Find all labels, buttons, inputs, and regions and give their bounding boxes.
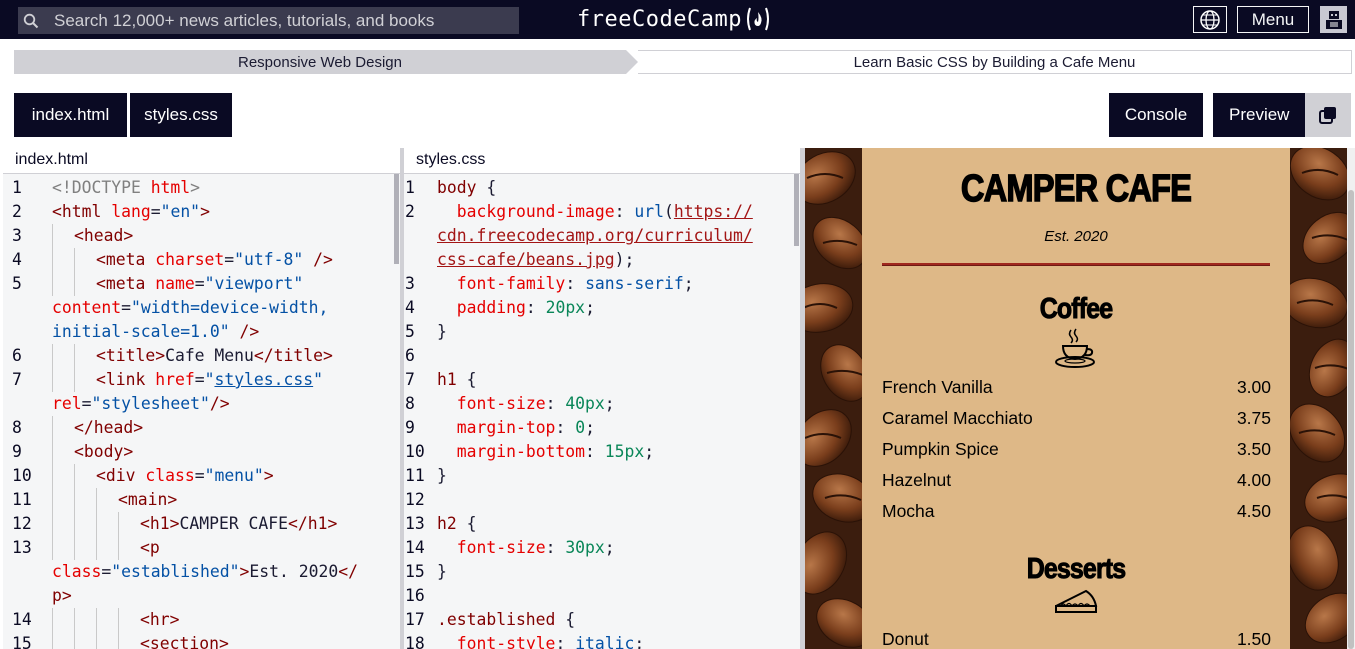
menu-divider <box>882 263 1270 266</box>
search-input[interactable]: Search 12,000+ news articles, tutorials,… <box>44 11 434 31</box>
css-code[interactable]: 1 body { 2 background-image: url(https://… <box>404 174 800 649</box>
html-code[interactable]: 1 <!DOCTYPE html> 2 <html lang="en"> 3 <hea… <box>3 174 400 649</box>
code-line: 4 <meta charset="utf-8" /> <box>3 248 400 272</box>
item-name: Pumpkin Spice <box>882 439 999 459</box>
preview-popout-button[interactable] <box>1305 93 1351 137</box>
coffee-heading: Coffee <box>1039 293 1113 326</box>
established-text: Est. 2020 <box>1044 228 1108 245</box>
item-price: 3.75 <box>1236 408 1271 428</box>
tab-styles-css[interactable]: styles.css <box>130 93 232 137</box>
campfire-icon <box>744 5 772 33</box>
tab-index-html[interactable]: index.html <box>14 93 127 137</box>
code-line: 10 <div class="menu"> <box>3 464 400 488</box>
cafe-menu-card: CAMPER CAFE Est. 2020 Coffee French Vani… <box>862 148 1290 649</box>
menu-item: Caramel Macchiato 3.75 <box>882 408 1271 429</box>
code-line: 7 h1 { <box>405 370 477 389</box>
css-editor[interactable]: styles.css 1 body { 2 background-image: u… <box>404 148 800 649</box>
code-line: 3 <head> <box>3 224 400 248</box>
code-line: 10 margin-bottom: 15px; <box>405 442 655 461</box>
desserts-heading: Desserts <box>1026 553 1126 586</box>
css-editor-title: styles.css <box>404 148 800 174</box>
user-avatar[interactable] <box>1320 6 1347 33</box>
item-name: Hazelnut <box>882 470 952 490</box>
coffee-cup-icon <box>862 328 1290 370</box>
search-bar[interactable]: Search 12,000+ news articles, tutorials,… <box>18 7 519 34</box>
search-icon <box>18 7 44 34</box>
avatar-icon <box>1325 10 1342 29</box>
code-line: 18 font-style: italic; <box>405 634 645 649</box>
globe-icon <box>1200 9 1220 30</box>
code-line: content="width=device-width, <box>52 298 329 317</box>
html-editor[interactable]: index.html 1 <!DOCTYPE html> 2 <html lang=… <box>3 148 400 649</box>
pie-slice-icon <box>862 588 1290 618</box>
code-line: 5 <meta name="viewport" <box>3 272 400 296</box>
code-line: 6 <box>405 346 415 365</box>
code-line: 9 margin-top: 0; <box>405 418 595 437</box>
code-line: 13 h2 { <box>405 514 477 533</box>
code-line: 17 .established { <box>405 610 576 629</box>
item-name: French Vanilla <box>882 377 993 397</box>
code-line: 6 <title>Cafe Menu</title> <box>3 344 400 368</box>
code-line: 8 font-size: 40px; <box>405 394 615 413</box>
menu-item: Donut 1.50 <box>882 629 1271 649</box>
item-price: 1.50 <box>1236 629 1271 649</box>
tab-preview-label: Preview <box>1229 105 1290 124</box>
brand-text: freeCodeCamp <box>577 6 742 32</box>
code-line: class="established">Est. 2020</ <box>52 562 358 581</box>
breadcrumb-course-link[interactable]: Responsive Web Design <box>14 50 626 74</box>
preview-pane: CAMPER CAFE Est. 2020 Coffee French Vani… <box>805 148 1347 649</box>
menu-item: Hazelnut 4.00 <box>882 470 1271 491</box>
code-line: 15} <box>405 562 447 581</box>
code-line: 11 <main> <box>3 488 400 512</box>
code-line: 14 <hr> <box>3 608 400 632</box>
menu-button[interactable]: Menu <box>1237 6 1309 33</box>
menu-item: French Vanilla 3.00 <box>882 377 1271 398</box>
breadcrumb: Responsive Web Design Learn Basic CSS by… <box>14 50 1352 74</box>
code-line: 1 <!DOCTYPE html> <box>12 178 201 197</box>
code-line: 16 <box>405 586 425 605</box>
code-line: 4 padding: 20px; <box>405 298 595 317</box>
code-line: 5} <box>405 322 447 341</box>
code-line: initial-scale=1.0" /> <box>52 322 260 341</box>
breadcrumb-project-link[interactable]: Learn Basic CSS by Building a Cafe Menu <box>638 50 1352 74</box>
item-price: 4.00 <box>1236 470 1271 490</box>
item-name: Donut <box>882 629 929 649</box>
item-price: 3.00 <box>1236 377 1271 397</box>
code-line: 12 <h1>CAMPER CAFE</h1> <box>3 512 400 536</box>
code-line: 3 font-family: sans-serif; <box>405 274 694 293</box>
item-name: Caramel Macchiato <box>882 408 1033 428</box>
code-line: 13 <p <box>3 536 400 560</box>
item-price: 4.50 <box>1236 501 1271 521</box>
top-navbar: Search 12,000+ news articles, tutorials,… <box>0 0 1355 39</box>
code-line: 15 <section> <box>3 632 400 649</box>
menu-item: Pumpkin Spice 3.50 <box>882 439 1271 460</box>
code-line: 14 font-size: 30px; <box>405 538 615 557</box>
tab-preview[interactable]: Preview <box>1213 93 1351 137</box>
preview-scrollbar[interactable] <box>1347 148 1355 649</box>
html-editor-title: index.html <box>3 148 400 174</box>
language-globe-button[interactable] <box>1193 6 1227 33</box>
menu-item: Mocha 4.50 <box>882 501 1271 522</box>
code-line: 11} <box>405 466 447 485</box>
code-line: 7 <link href="styles.css" <box>3 368 400 392</box>
code-line: 12 <box>405 490 425 509</box>
code-line: cdn.freecodecamp.org/curriculum/ <box>437 226 753 245</box>
code-line: p> <box>52 586 72 605</box>
code-line: css-cafe/beans.jpg); <box>437 250 635 269</box>
tab-console[interactable]: Console <box>1109 93 1203 137</box>
brand-logo[interactable]: freeCodeCamp <box>577 5 772 33</box>
code-line: 8 </head> <box>3 416 400 440</box>
code-line: 9 <body> <box>3 440 400 464</box>
code-line: 1 body { <box>405 178 497 197</box>
code-line: 2 background-image: url(https:// <box>405 202 753 221</box>
cafe-title: CAMPER CAFE <box>960 167 1192 210</box>
item-name: Mocha <box>882 501 935 521</box>
popout-window-icon <box>1319 107 1336 124</box>
breadcrumb-separator <box>626 50 638 74</box>
code-line: 2 <html lang="en"> <box>12 202 210 221</box>
code-line: rel="stylesheet"/> <box>52 394 230 413</box>
item-price: 3.50 <box>1236 439 1271 459</box>
